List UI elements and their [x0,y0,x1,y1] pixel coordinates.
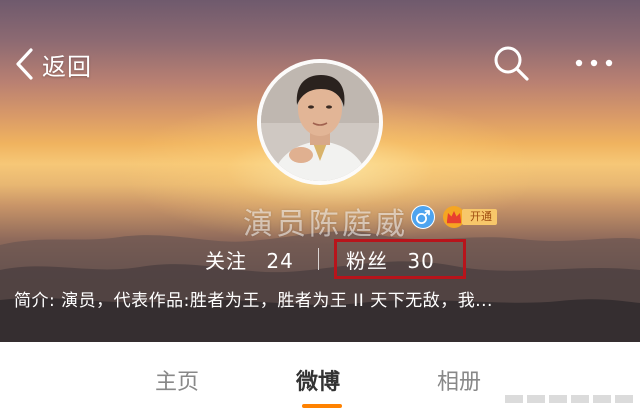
following-count: 24 [266,249,294,273]
stats-row: 关注 24 粉丝 30 [0,245,640,275]
male-icon [411,205,435,229]
search-icon[interactable] [492,44,530,82]
avatar[interactable] [257,59,383,185]
fans-highlight-box [334,239,466,279]
avatar-photo [261,63,379,181]
following-label: 关注 [205,249,247,273]
vip-badge[interactable]: 开通 [442,205,502,229]
profile-name: 演员陈庭威 [243,207,408,242]
active-tab-indicator [302,404,342,408]
tab-album[interactable]: 相册 [437,364,481,396]
tab-home[interactable]: 主页 [155,364,199,396]
back-label: 返回 [42,52,92,81]
back-button[interactable]: 返回 [14,46,92,82]
chevron-left-icon [16,48,33,80]
stats-divider [318,248,319,270]
following-stat[interactable]: 关注 24 [205,245,294,274]
name-row: 演员陈庭威 [0,197,640,242]
profile-screen: 返回 演员陈庭威 开通 关注 24 粉丝 30 简介: 演员，代表作品:胜者为王… [0,0,640,417]
tab-weibo[interactable]: 微博 [296,364,340,396]
more-dots-icon[interactable] [572,48,616,78]
watermark-pattern [505,395,633,403]
profile-bio[interactable]: 简介: 演员，代表作品:胜者为王，胜者为王 II 天下无敌，我... [14,286,626,311]
vip-badge-label: 开通 [462,209,497,225]
